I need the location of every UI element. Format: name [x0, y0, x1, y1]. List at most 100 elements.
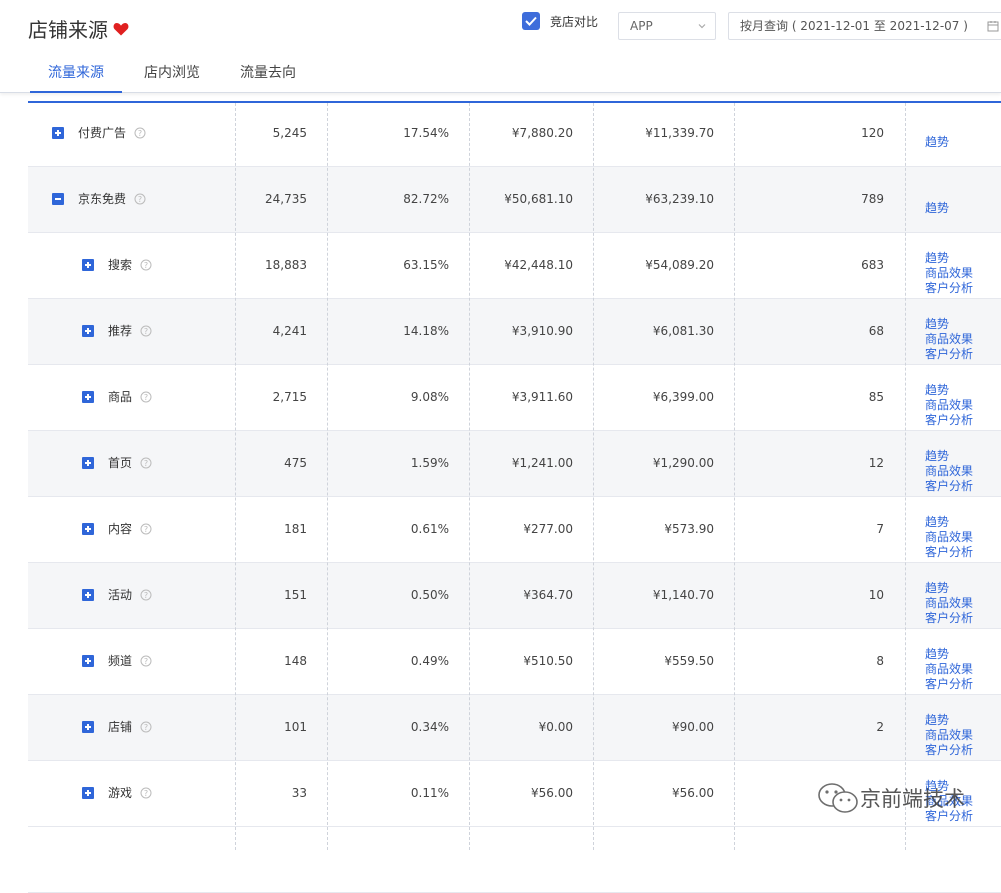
help-icon[interactable]: ? [140, 325, 152, 337]
row-source-name: 付费广告 [78, 126, 127, 140]
customer-analysis-link[interactable]: 客户分析 [925, 611, 973, 626]
row-share: 14.18% [403, 324, 449, 338]
row-visitors: 101 [284, 720, 307, 734]
compare-toggle[interactable]: 竞店对比 [522, 12, 598, 30]
row-amount-a: ¥3,910.90 [511, 324, 573, 338]
row-amount-b: ¥6,399.00 [652, 390, 714, 404]
row-visitors: 475 [284, 456, 307, 470]
expand-icon[interactable] [82, 325, 94, 337]
trend-link[interactable]: 趋势 [925, 383, 973, 398]
row-amount-b: ¥6,081.30 [652, 324, 714, 338]
product-effect-link[interactable]: 商品效果 [925, 596, 973, 611]
table-row: 频道? 148 0.49% ¥510.50 ¥559.50 8 趋势 商品效果 客户分析 [28, 629, 1001, 695]
customer-analysis-link[interactable]: 客户分析 [925, 281, 973, 296]
heart-icon[interactable] [113, 22, 129, 36]
column-divider [469, 93, 470, 850]
help-icon[interactable]: ? [140, 457, 152, 469]
expand-icon[interactable] [82, 589, 94, 601]
customer-analysis-link[interactable]: 客户分析 [925, 347, 973, 362]
row-share: 9.08% [410, 390, 449, 404]
tab-store-browse[interactable]: 店内浏览 [126, 54, 218, 93]
row-visitors: 4,241 [272, 324, 307, 338]
date-range-picker[interactable]: 按月查询 ( 2021-12-01 至 2021-12-07 ) [728, 12, 1001, 40]
customer-analysis-link[interactable]: 客户分析 [925, 413, 973, 428]
trend-link[interactable]: 趋势 [925, 713, 973, 728]
tab-traffic-destination[interactable]: 流量去向 [222, 54, 314, 93]
table-row: 内容? 181 0.61% ¥277.00 ¥573.90 7 趋势 商品效果 客户分析 [28, 497, 1001, 563]
customer-analysis-link[interactable]: 客户分析 [925, 479, 973, 494]
row-amount-a: ¥56.00 [531, 786, 573, 800]
compare-checkbox[interactable] [522, 12, 540, 30]
help-icon[interactable]: ? [140, 589, 152, 601]
table-row [28, 827, 1001, 893]
check-icon [525, 16, 537, 26]
chevron-down-icon [698, 24, 706, 29]
row-visitors: 151 [284, 588, 307, 602]
trend-link[interactable]: 趋势 [925, 515, 973, 530]
expand-icon[interactable] [82, 721, 94, 733]
row-amount-b: ¥56.00 [672, 786, 714, 800]
row-visitors: 33 [291, 786, 307, 800]
customer-analysis-link[interactable]: 客户分析 [925, 677, 973, 692]
row-amount-b: ¥63,239.10 [645, 192, 714, 206]
trend-link[interactable]: 趋势 [925, 449, 973, 464]
column-divider [734, 93, 735, 850]
customer-analysis-link[interactable]: 客户分析 [925, 545, 973, 560]
expand-icon[interactable] [52, 127, 64, 139]
help-icon[interactable]: ? [140, 523, 152, 535]
table-row: 首页? 475 1.59% ¥1,241.00 ¥1,290.00 12 趋势 商品效果 客户分… [28, 431, 1001, 497]
help-icon[interactable]: ? [140, 655, 152, 667]
date-range-text: 按月查询 ( 2021-12-01 至 2021-12-07 ) [740, 19, 968, 33]
platform-select[interactable]: APP [618, 12, 716, 40]
column-divider [593, 93, 594, 850]
product-effect-link[interactable]: 商品效果 [925, 266, 973, 281]
table-top-edge [28, 92, 1001, 103]
product-effect-link[interactable]: 商品效果 [925, 728, 973, 743]
row-amount-a: ¥50,681.10 [504, 192, 573, 206]
row-source-name: 商品 [108, 390, 133, 404]
product-effect-link[interactable]: 商品效果 [925, 464, 973, 479]
expand-icon[interactable] [82, 391, 94, 403]
expand-icon[interactable] [82, 259, 94, 271]
table-row: 店铺? 101 0.34% ¥0.00 ¥90.00 2 趋势 商品效果 客户分析 [28, 695, 1001, 761]
row-actions: 趋势 商品效果 客户分析 [925, 317, 973, 362]
help-icon[interactable]: ? [140, 259, 152, 271]
row-actions: 趋势 商品效果 客户分析 [925, 647, 973, 692]
table-row: 搜索? 18,883 63.15% ¥42,448.10 ¥54,089.20 683 趋势… [28, 233, 1001, 299]
trend-link[interactable]: 趋势 [925, 251, 973, 266]
row-count: 10 [868, 588, 884, 602]
trend-link[interactable]: 趋势 [925, 581, 973, 596]
product-effect-link[interactable]: 商品效果 [925, 530, 973, 545]
trend-link[interactable]: 趋势 [925, 135, 949, 150]
page-title: 店铺来源 [28, 14, 129, 43]
tab-traffic-source[interactable]: 流量来源 [30, 54, 122, 93]
wechat-icon [818, 783, 858, 813]
watermark-text: 京前端技术 [860, 787, 965, 811]
watermark: 京前端技术 [816, 781, 965, 815]
trend-link[interactable]: 趋势 [925, 201, 949, 216]
page-header: 店铺来源 竞店对比 APP 按月查询 ( 2021-12-01 至 2021-1… [0, 0, 1001, 93]
help-icon[interactable]: ? [140, 391, 152, 403]
customer-analysis-link[interactable]: 客户分析 [925, 743, 973, 758]
expand-icon[interactable] [82, 655, 94, 667]
collapse-icon[interactable] [52, 193, 64, 205]
product-effect-link[interactable]: 商品效果 [925, 662, 973, 677]
expand-icon[interactable] [82, 457, 94, 469]
expand-icon[interactable] [82, 787, 94, 799]
svg-text:?: ? [144, 591, 148, 600]
row-amount-a: ¥277.00 [523, 522, 573, 536]
table-row: 活动? 151 0.50% ¥364.70 ¥1,140.70 10 趋势 商品效果 客户分析 [28, 563, 1001, 629]
trend-link[interactable]: 趋势 [925, 647, 973, 662]
trend-link[interactable]: 趋势 [925, 317, 973, 332]
product-effect-link[interactable]: 商品效果 [925, 398, 973, 413]
help-icon[interactable]: ? [140, 787, 152, 799]
expand-icon[interactable] [82, 523, 94, 535]
help-icon[interactable]: ? [140, 721, 152, 733]
help-icon[interactable]: ? [134, 127, 146, 139]
help-icon[interactable]: ? [134, 193, 146, 205]
row-source-name: 活动 [108, 588, 133, 602]
row-amount-a: ¥42,448.10 [504, 258, 573, 272]
product-effect-link[interactable]: 商品效果 [925, 332, 973, 347]
row-actions: 趋势 商品效果 客户分析 [925, 383, 973, 428]
row-amount-a: ¥364.70 [523, 588, 573, 602]
